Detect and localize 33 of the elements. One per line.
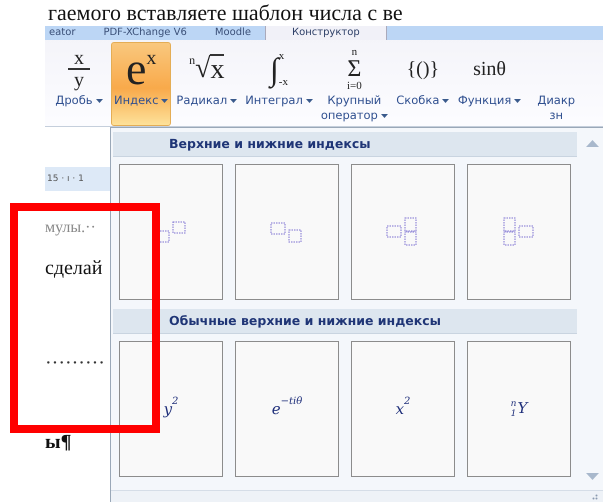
gallery-tile[interactable] xyxy=(235,164,339,300)
section-header: Обычные верхние и нижние индексы xyxy=(113,309,577,334)
section-header: Верхние и нижние индексы xyxy=(113,132,577,157)
caret-icon xyxy=(514,98,522,102)
placeholder-icon xyxy=(270,221,304,243)
ribbon-button[interactable]: Диакр зн xyxy=(526,42,586,126)
resize-grip-icon xyxy=(592,494,598,500)
ribbon-tab[interactable]: eator xyxy=(45,26,90,40)
caret-icon xyxy=(161,98,168,102)
ruler: 15 · ı · 1 xyxy=(45,167,110,191)
caret-icon xyxy=(380,114,388,118)
scroll-down-icon xyxy=(586,473,599,480)
placeholder-icon xyxy=(502,217,536,247)
ribbon-button[interactable]: n Σ i=0 Крупный оператор xyxy=(318,42,391,126)
ribbon-tab[interactable]: Moodle xyxy=(200,26,265,40)
gallery-tile[interactable] xyxy=(119,164,223,300)
ribbon-tab[interactable]: Конструктор xyxy=(264,26,387,40)
caret-icon xyxy=(230,98,238,102)
ribbon-button[interactable]: x y Дробь xyxy=(49,42,109,126)
document-text: ········· xyxy=(45,352,106,375)
document-text: гаемого вставляете шаблон числа с ве xyxy=(47,0,404,26)
ribbon-button[interactable]: sinθ Функция xyxy=(454,42,524,126)
ribbon-button[interactable]: {()} Скобка xyxy=(392,42,453,126)
caret-icon xyxy=(96,98,103,102)
document-text: сделай xyxy=(45,257,104,280)
gallery-tile[interactable] xyxy=(467,164,571,300)
caret-icon xyxy=(442,98,450,102)
ribbon-tab[interactable]: PDF-XChange V6 xyxy=(89,26,201,40)
document-text: мулы.·· xyxy=(45,219,97,237)
document-text: ы¶ xyxy=(45,431,72,454)
scroll-up-icon xyxy=(586,140,599,147)
gallery-tile[interactable] xyxy=(351,164,455,300)
caret-icon xyxy=(306,98,313,102)
